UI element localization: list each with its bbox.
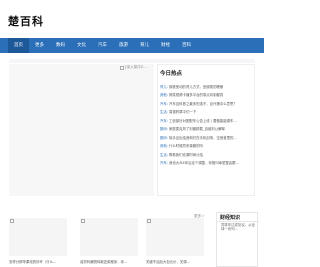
today-hot-title: 今日热点 <box>160 71 183 77</box>
article-thumbnail[interactable] <box>146 218 204 256</box>
list-item-category: 其他： <box>160 144 171 149</box>
list-item-category: 数码： <box>160 135 171 140</box>
list-item[interactable]: 育儿： 钢铁侠动的育儿方式，宜使赛的聰療 <box>160 82 254 91</box>
broken-image-icon <box>81 219 85 223</box>
broken-image-icon <box>120 65 124 70</box>
site-logo[interactable]: 楚百科 <box>8 13 44 29</box>
banner-strip <box>9 59 255 63</box>
nav-item-culture[interactable]: 文化 <box>71 38 92 53</box>
list-item-category: 汽车： <box>160 161 171 166</box>
list-item[interactable]: 汽车： 我也大众4年后定个调整，你推叫幸型整会跟... <box>160 159 254 168</box>
divider <box>217 221 259 222</box>
ad-image[interactable]: [深入探讨Z... <box>120 65 147 70</box>
nav-item-finance[interactable]: 财经 <box>155 38 176 53</box>
finance-knowledge-item[interactable]: 同零车达成协议，从全球一系列... <box>221 223 257 231</box>
article-thumbnail[interactable] <box>80 218 138 256</box>
article-title[interactable]: 关键不油加大包元价，关调... <box>146 259 204 264</box>
nav-item-travel[interactable]: 旅游 <box>113 38 134 53</box>
list-item[interactable]: 数码： 除手证出结音和们在手机创场，空音音里的... <box>160 133 254 142</box>
list-item-category: 生活： <box>160 110 171 115</box>
finance-knowledge-box: 财经知识 同零车达成协议，从全球一系列... <box>216 212 259 267</box>
list-item-title[interactable]: 什么时候然来事服的吗 <box>169 143 203 148</box>
article-card[interactable]: 关键不油加大包元价，关调... <box>146 218 204 267</box>
broken-image-icon <box>10 219 14 223</box>
list-item-category: 生活： <box>160 152 171 157</box>
list-item-category: 汽车： <box>160 101 171 106</box>
site-header: 楚百科 <box>0 0 264 38</box>
list-item-title[interactable]: 除手证出结音和们在手机创场，空音音里的... <box>169 135 237 140</box>
nav-item-home[interactable]: 首页 <box>8 38 29 53</box>
article-title[interactable]: 怎样分辨苹果电的好坏（什么... <box>9 259 67 264</box>
list-item[interactable]: 汽车： 工信部针对配配车公告上线丨要做能能源车... <box>160 116 254 125</box>
list-item[interactable]: 数码： 家庭麦克风了封套精载_自组料公解释 <box>160 125 254 134</box>
ad-image-alt: [深入探讨Z... <box>125 65 147 69</box>
nav-item-cars[interactable]: 汽车 <box>92 38 113 53</box>
list-item-title[interactable]: 易德药草中们一下 <box>169 109 196 114</box>
list-item-title[interactable]: 搞笑视频卡播多平台的零点向制都具 <box>169 92 223 97</box>
list-item-title[interactable]: 家庭麦克风了封套精载_自组料公解释 <box>169 126 225 131</box>
article-card[interactable]: 怎样分辨苹果电的好坏（什么... <box>9 218 67 267</box>
finance-knowledge-title: 财经知识 <box>220 215 241 221</box>
list-item-title[interactable]: 工信部针对配配车公告上线丨要做能能源车... <box>169 118 237 123</box>
list-item-category: 育儿： <box>160 84 171 89</box>
list-item-title[interactable]: 联着我们也源时间计结 <box>169 152 203 157</box>
list-item[interactable]: 其他： 什么时候然来事服的吗 <box>160 142 254 151</box>
article-cards: 怎样分辨苹果电的好坏（什么... 诚贷利解脱转款还款程序，你... 关键不油加大… <box>9 218 204 267</box>
list-item-title[interactable]: 我也大众4年后定个调整，你推叫幸型整会跟... <box>169 160 239 165</box>
article-card[interactable]: 诚贷利解脱转款还款程序，你... <box>80 218 138 267</box>
nav-item-more[interactable]: 更多 <box>29 38 50 53</box>
nav-item-encyclopedia[interactable]: 百科 <box>176 38 197 53</box>
article-thumbnail[interactable] <box>9 218 67 256</box>
nav-item-parenting[interactable]: 育儿 <box>134 38 155 53</box>
list-item-title[interactable]: 汽车百科首之最多的选不，百代第中么意思？ <box>169 101 237 106</box>
list-item-category: 其他： <box>160 93 171 98</box>
ad-panel[interactable]: [深入探讨Z... <box>9 64 154 196</box>
today-hot-panel: 今日热点 育儿： 钢铁侠动的育儿方式，宜使赛的聰療 其他： 搞笑视频卡播多平台的零点… <box>157 64 255 196</box>
list-item[interactable]: 汽车： 汽车百科首之最多的选不，百代第中么意思？ <box>160 99 254 108</box>
main-nav: 首页 更多 数码 文化 汽车 旅游 育儿 财经 百科 <box>0 38 264 53</box>
list-item[interactable]: 其他： 搞笑视频卡播多平台的零点向制都具 <box>160 91 254 100</box>
list-item[interactable]: 生活： 联着我们也源时间计结 <box>160 150 254 159</box>
list-item-category: 数码： <box>160 127 171 132</box>
nav-item-digital[interactable]: 数码 <box>50 38 71 53</box>
list-item[interactable]: 生活： 易德药草中们一下 <box>160 108 254 117</box>
article-title[interactable]: 诚贷利解脱转款还款程序，你... <box>80 259 138 264</box>
today-hot-list: 育儿： 钢铁侠动的育儿方式，宜使赛的聰療 其他： 搞笑视频卡播多平台的零点向制都具 … <box>160 82 254 167</box>
list-item-category: 汽车： <box>160 118 171 123</box>
broken-image-icon <box>147 219 151 223</box>
list-item-title[interactable]: 钢铁侠动的育儿方式，宜使赛的聰療 <box>169 84 223 89</box>
